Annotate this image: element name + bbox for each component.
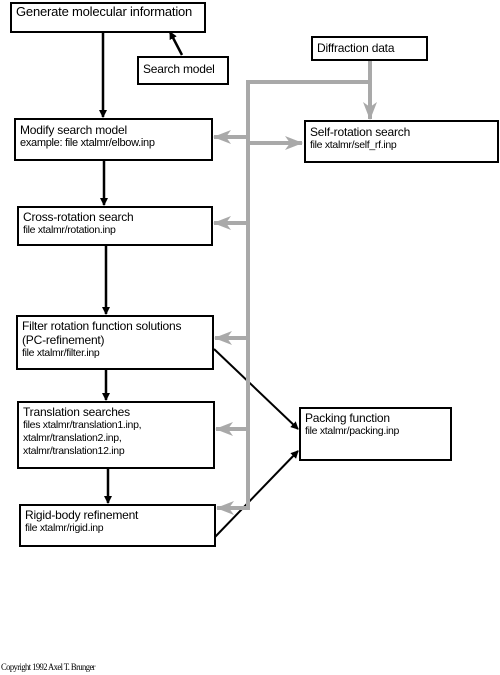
node-diffraction: Diffraction data (311, 36, 428, 61)
node-rigid: Rigid-body refinement file xtalmr/rigid.… (19, 504, 216, 547)
node-title: Filter rotation function solutions (22, 319, 182, 333)
node-file: file xtalmr/packing.inp (305, 425, 400, 437)
node-title: Cross-rotation search (23, 210, 134, 224)
node-packing: Packing function file xtalmr/packing.inp (299, 407, 452, 461)
edge-filter-to-packing (213, 348, 299, 430)
node-cross-rotation: Cross-rotation search file xtalmr/rotati… (17, 206, 213, 246)
node-title: Rigid-body refinement (25, 508, 139, 522)
node-modify: Modify search model example: file xtalmr… (14, 118, 213, 161)
node-translation: Translation searches files xtalmr/transl… (17, 401, 215, 469)
node-file: example: file xtalmr/elbow.inp (20, 137, 155, 149)
node-title: Diffraction data (317, 41, 395, 55)
node-title: Packing function (305, 411, 390, 425)
node-file: file xtalmr/filter.inp (22, 347, 100, 359)
node-generate: Generate molecular information (10, 2, 206, 33)
node-title: Search model (143, 62, 215, 76)
node-title: Translation searches (23, 405, 130, 419)
node-file: files xtalmr/translation1.inp, (23, 419, 142, 431)
node-file: xtalmr/translation2.inp, (23, 432, 122, 444)
node-self-rotation: Self-rotation search file xtalmr/self_rf… (304, 120, 499, 163)
node-search-model: Search model (137, 56, 229, 85)
node-file: file xtalmr/rotation.inp (23, 224, 116, 236)
node-title: Generate molecular information (16, 4, 193, 19)
node-title: Modify search model (20, 123, 127, 137)
edge-search-model-to-generate (168, 31, 184, 56)
edge-rigid-to-packing (214, 450, 299, 538)
node-file: xtalmr/translation12.inp (23, 445, 125, 457)
node-filter: Filter rotation function solutions (PC-r… (16, 315, 214, 370)
node-subtitle: (PC-refinement) (22, 333, 105, 347)
copyright-notice: Copyright 1992 Axel T. Brunger (1, 662, 96, 672)
node-title: Self-rotation search (310, 125, 411, 139)
node-file: file xtalmr/self_rf.inp (310, 139, 397, 151)
node-file: file xtalmr/rigid.inp (25, 522, 104, 534)
